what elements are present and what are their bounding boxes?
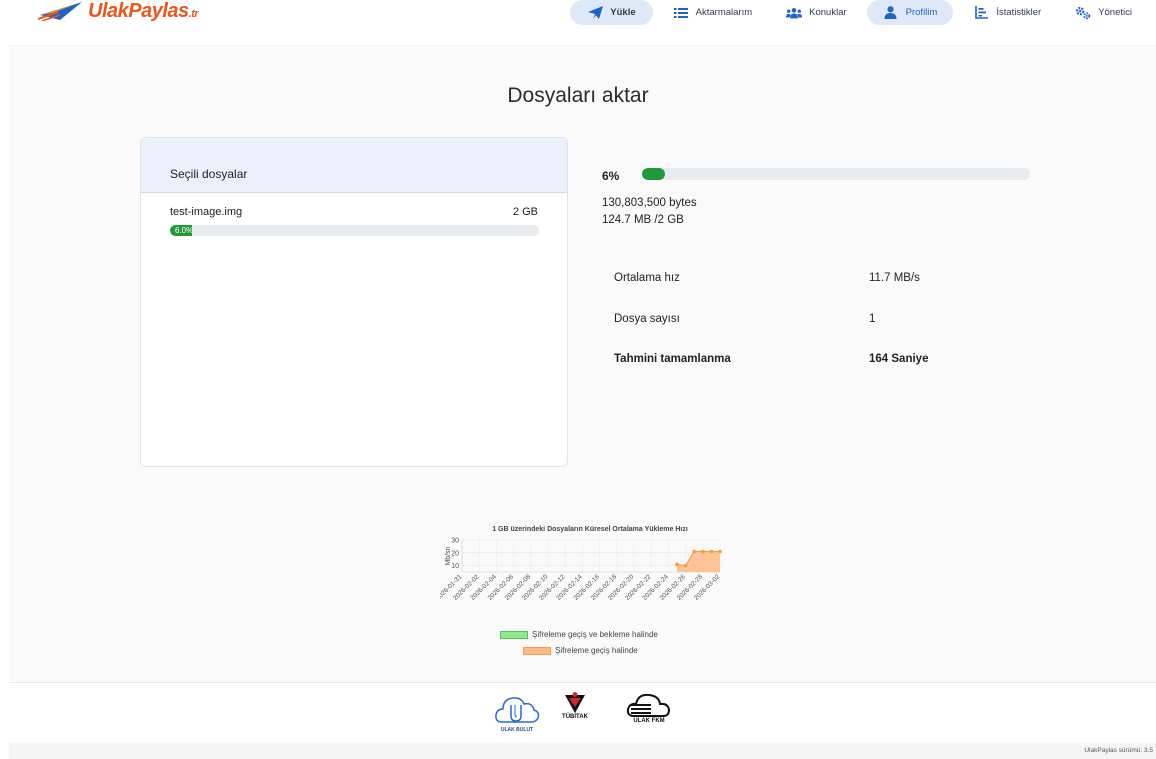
- file-name: test-image.img: [170, 206, 243, 218]
- nav-transfers[interactable]: Aktarmalarım: [659, 0, 766, 25]
- nav-guests[interactable]: Konuklar: [772, 0, 861, 25]
- nav-upload[interactable]: Yükle: [570, 0, 653, 25]
- legend-swatch-green: [500, 630, 528, 639]
- ulak-fkm-wordmark: ULAK FKM: [633, 718, 665, 724]
- file-progress-bar: 6.0%: [170, 225, 539, 236]
- ulak-bulut-logo[interactable]: ULAK BULUT: [494, 692, 540, 733]
- legend-item-2[interactable]: Şifreleme geçiş halinde: [523, 646, 638, 655]
- chart-ytick-label: 30: [451, 538, 459, 545]
- nav-profile-label: Profilim: [905, 7, 938, 18]
- selected-files-card: Seçili dosyalar test-image.img 2 GB 6.0%: [140, 137, 568, 467]
- legend-label-2: Şifreleme geçiş halinde: [555, 646, 638, 655]
- legend-label-1: Şifreleme geçiş ve bekleme halinde: [532, 630, 658, 639]
- list-icon: [673, 6, 689, 20]
- nav-admin-label: Yönetici: [1098, 7, 1132, 18]
- brand-logo[interactable]: UlakPaylas.tr: [38, 0, 199, 22]
- overall-percent: 6%: [602, 169, 620, 183]
- nav-admin[interactable]: Yönetici: [1061, 0, 1146, 25]
- chart-data-point: [675, 562, 679, 567]
- chart-series-area: [677, 551, 720, 572]
- version-text: UlakPaylas sürümü: 3.5: [1084, 747, 1153, 754]
- main-nav: Yükle Aktarmalarım Konuklar Profilim İst…: [570, 0, 1146, 25]
- overall-progress-fill: [642, 168, 666, 180]
- legend-swatch-orange: [523, 646, 551, 655]
- avg-speed-value: 11.7 MB/s: [869, 272, 920, 284]
- file-progress-fill: 6.0%: [170, 225, 193, 236]
- chart-data-point: [709, 549, 714, 554]
- bytes-transferred: 130,803,500 bytes: [602, 197, 697, 209]
- ulak-fkm-logo[interactable]: ULAK FKM: [626, 692, 672, 724]
- user-icon: [883, 6, 899, 20]
- paper-plane-icon: [587, 6, 603, 20]
- eta-label: Tahmini tamamlanma: [614, 353, 731, 365]
- file-count-label: Dosya sayısı: [614, 313, 680, 325]
- paper-plane-logo-icon: [38, 2, 82, 21]
- nav-upload-label: Yükle: [610, 7, 636, 18]
- file-count-value: 1: [869, 313, 876, 325]
- eta-value: 164 Saniye: [869, 353, 929, 365]
- chart-bar-icon: [973, 6, 989, 20]
- nav-statistics[interactable]: İstatistikler: [959, 0, 1055, 25]
- tubitak-logo[interactable]: TÜBİTAK: [562, 692, 588, 720]
- navbar: UlakPaylas.tr Yükle Aktarmalarım Konukla…: [0, 0, 1156, 26]
- chart-data-point: [692, 549, 696, 554]
- chart-ytick-label: 20: [451, 550, 459, 557]
- nav-guests-label: Konuklar: [809, 7, 847, 18]
- chart-data-point: [718, 549, 722, 554]
- overall-progress-bar: [642, 168, 1030, 180]
- chart-data-point: [701, 549, 705, 554]
- chart-ylabel: Mb/sn: [445, 546, 452, 565]
- nav-profile[interactable]: Profilim: [866, 0, 954, 25]
- tubitak-wordmark: TÜBİTAK: [562, 714, 588, 720]
- legend-item-1[interactable]: Şifreleme geçiş ve bekleme halinde: [500, 630, 658, 639]
- version-bar: UlakPaylas sürümü: 3.5: [9, 742, 1156, 759]
- size-transferred: 124.7 MB /2 GB: [602, 214, 684, 226]
- selected-files-header: Seçili dosyalar: [141, 138, 567, 193]
- footer-divider: [9, 682, 1156, 683]
- nav-transfers-label: Aktarmalarım: [695, 7, 753, 18]
- avg-speed-label: Ortalama hız: [614, 272, 680, 284]
- brand-name: UlakPaylas.tr: [88, 0, 199, 22]
- chart-ytick-label: 10: [451, 563, 459, 570]
- chart-data-point: [683, 563, 688, 568]
- users-icon: [786, 6, 803, 20]
- nav-statistics-label: İstatistikler: [996, 7, 1042, 18]
- file-size: 2 GB: [512, 206, 538, 218]
- page-title: Dosyaları aktar: [507, 84, 649, 107]
- upload-speed-chart: 1020302026-01-312026-02-022026-02-042026…: [440, 538, 722, 602]
- gears-icon: [1075, 6, 1091, 20]
